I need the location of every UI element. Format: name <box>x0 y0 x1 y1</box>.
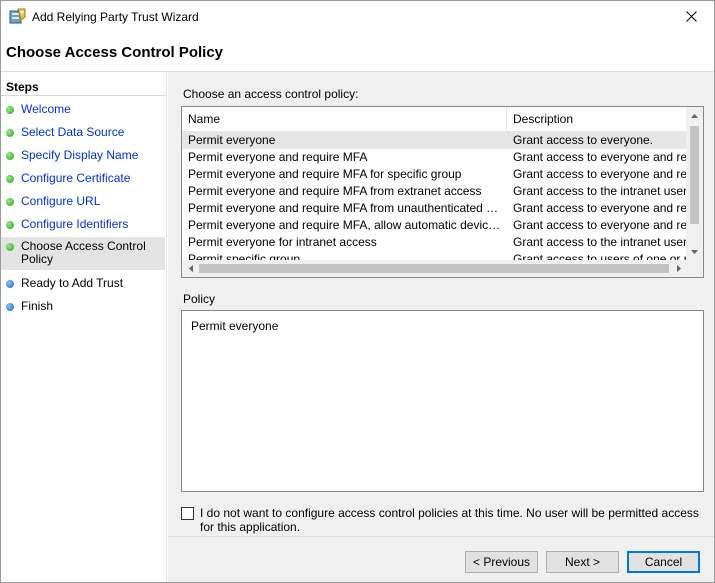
horizontal-scrollbar[interactable] <box>182 260 687 277</box>
completed-step-icon <box>6 129 14 137</box>
list-rows: Permit everyone Grant access to everyone… <box>182 132 687 260</box>
policy-listview[interactable]: Name Description Permit everyone Grant a… <box>181 106 704 278</box>
step-label: Finish <box>21 299 54 313</box>
step-label: Configure Certificate <box>21 171 131 185</box>
wizard-window: Add Relying Party Trust Wizard Choose Ac… <box>0 0 715 583</box>
list-item[interactable]: Permit everyone and require MFA from ext… <box>182 183 687 200</box>
scroll-up-arrow-icon[interactable] <box>686 107 703 124</box>
policy-name: Permit everyone and require MFA from ext… <box>188 184 482 198</box>
list-item[interactable]: Permit everyone for intranet access Gran… <box>182 234 687 251</box>
close-button[interactable] <box>668 1 714 32</box>
scroll-corner <box>686 260 703 277</box>
policy-name: Permit everyone for intranet access <box>188 235 377 249</box>
step-configure-url[interactable]: Configure URL <box>1 195 165 208</box>
current-step-icon <box>6 243 14 251</box>
policy-name: Permit everyone and require MFA <box>188 150 368 164</box>
scroll-down-arrow-icon[interactable] <box>686 243 703 260</box>
list-item[interactable]: Permit everyone and require MFA from una… <box>182 200 687 217</box>
list-item[interactable]: Permit specific group Grant access to us… <box>182 251 687 260</box>
list-item[interactable]: Permit everyone and require MFA Grant ac… <box>182 149 687 166</box>
step-configure-certificate[interactable]: Configure Certificate <box>1 172 165 185</box>
step-label: Configure Identifiers <box>21 217 129 231</box>
title-bar[interactable]: Add Relying Party Trust Wizard <box>1 1 714 32</box>
vertical-scroll-thumb[interactable] <box>690 126 699 224</box>
step-label: Configure URL <box>21 194 101 208</box>
policy-detail-label: Policy <box>183 292 216 306</box>
steps-divider <box>1 95 166 96</box>
step-label: Choose Access Control Policy <box>21 239 146 266</box>
policy-description: Grant access to the intranet users an <box>513 184 687 198</box>
step-configure-identifiers[interactable]: Configure Identifiers <box>1 218 165 231</box>
policy-name: Permit everyone and require MFA, allow a… <box>188 218 503 232</box>
step-choose-access-control-policy: Choose Access Control Policy <box>1 237 165 270</box>
policy-name: Permit everyone and require MFA from una… <box>188 201 503 215</box>
policy-name: Permit everyone <box>188 133 276 147</box>
page-title: Choose Access Control Policy <box>6 44 224 61</box>
step-label: Select Data Source <box>21 125 125 139</box>
completed-step-icon <box>6 152 14 160</box>
completed-step-icon <box>6 198 14 206</box>
steps-panel: Steps Welcome Select Data Source Specify… <box>1 72 167 582</box>
policy-list-label: Choose an access control policy: <box>183 87 359 101</box>
step-label: Specify Display Name <box>21 148 139 162</box>
step-specify-display-name[interactable]: Specify Display Name <box>1 149 165 162</box>
column-header-description[interactable]: Description <box>507 107 687 132</box>
content-panel: Choose an access control policy: Name De… <box>168 72 714 582</box>
close-icon <box>685 11 697 22</box>
step-select-data-source[interactable]: Select Data Source <box>1 126 165 139</box>
policy-name: Permit specific group <box>188 252 301 260</box>
list-header: Name Description <box>182 107 687 132</box>
policy-detail-text: Permit everyone <box>191 319 279 333</box>
completed-step-icon <box>6 175 14 183</box>
previous-button[interactable]: < Previous <box>465 551 538 573</box>
policy-name: Permit everyone and require MFA for spec… <box>188 167 462 181</box>
policy-description: Grant access to everyone. <box>513 133 654 147</box>
adfs-server-icon <box>9 8 26 24</box>
step-finish: Finish <box>1 300 165 313</box>
policy-description: Grant access to everyone and requir <box>513 150 687 164</box>
step-label: Ready to Add Trust <box>21 276 124 290</box>
window-title: Add Relying Party Trust Wizard <box>32 10 199 24</box>
cancel-button[interactable]: Cancel <box>627 551 700 573</box>
policy-description: Grant access to everyone and requir <box>513 201 687 215</box>
step-welcome[interactable]: Welcome <box>1 103 165 116</box>
policy-description: Grant access to everyone and requir <box>513 218 687 232</box>
step-ready-to-add-trust: Ready to Add Trust <box>1 277 165 290</box>
pending-step-icon <box>6 303 14 311</box>
policy-description: Grant access to everyone and requir <box>513 167 687 181</box>
step-label: Welcome <box>21 102 71 116</box>
footer-divider <box>168 536 714 537</box>
next-button[interactable]: Next > <box>546 551 619 573</box>
policy-description: Grant access to the intranet users. <box>513 235 687 249</box>
list-item[interactable]: Permit everyone Grant access to everyone… <box>182 132 687 149</box>
pending-step-icon <box>6 280 14 288</box>
scroll-left-arrow-icon[interactable] <box>182 260 199 277</box>
horizontal-scroll-thumb[interactable] <box>199 264 669 273</box>
policy-detail-box: Permit everyone <box>181 310 704 492</box>
scroll-right-arrow-icon[interactable] <box>670 260 687 277</box>
opt-out-checkbox[interactable] <box>181 507 194 520</box>
opt-out-label[interactable]: I do not want to configure access contro… <box>200 506 700 534</box>
completed-step-icon <box>6 106 14 114</box>
column-header-name[interactable]: Name <box>182 107 507 132</box>
completed-step-icon <box>6 221 14 229</box>
steps-heading: Steps <box>6 80 39 94</box>
list-item[interactable]: Permit everyone and require MFA, allow a… <box>182 217 687 234</box>
policy-description: Grant access to users of one or more <box>513 252 687 260</box>
vertical-scrollbar[interactable] <box>686 107 703 260</box>
list-item[interactable]: Permit everyone and require MFA for spec… <box>182 166 687 183</box>
